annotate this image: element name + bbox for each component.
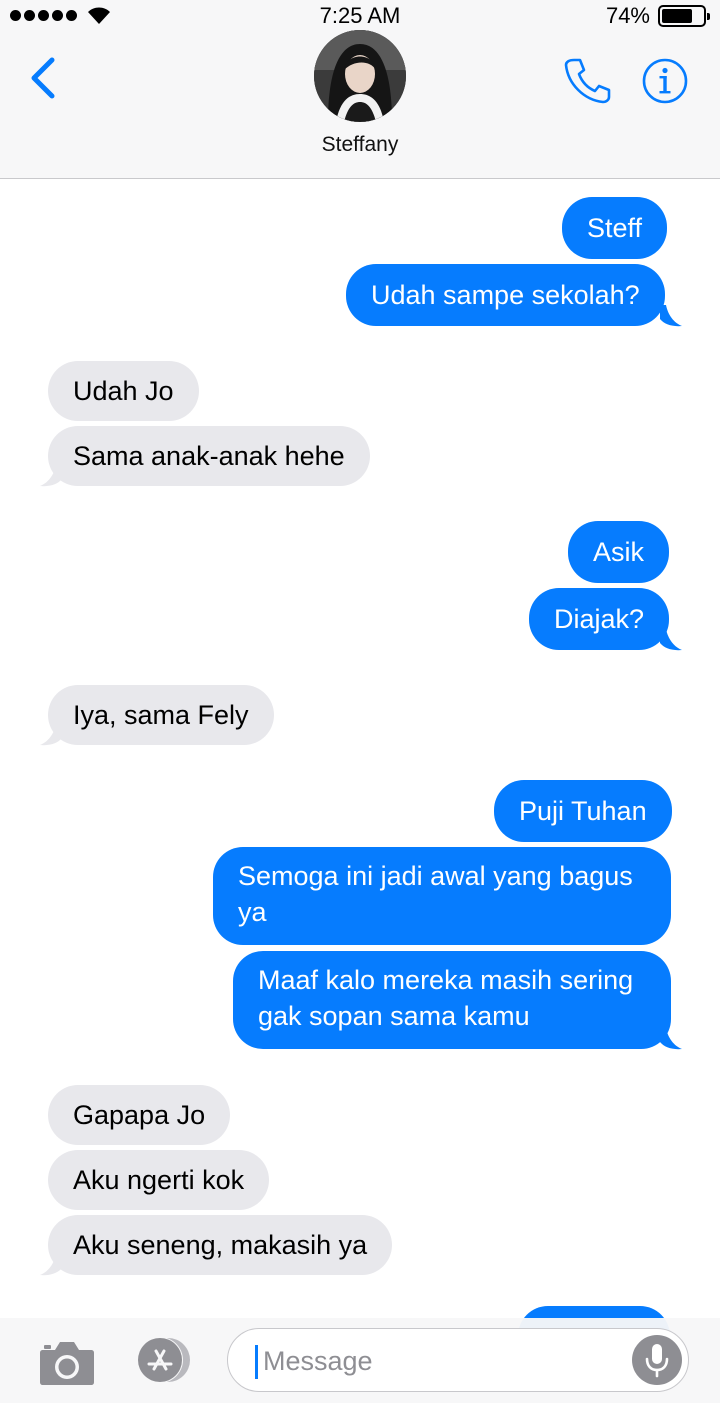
dictation-button[interactable] [632,1335,682,1385]
contact-info-button[interactable] [640,56,690,106]
bubble-tail [40,465,62,487]
message-text: Semoga ini jadi awal yang bagus ya [238,861,633,927]
message-text: Sama anak-anak hehe [73,441,345,471]
message-text: Iya, sama Fely [73,700,249,730]
audio-call-button[interactable] [560,54,612,106]
sent-message[interactable]: Diajak? [529,588,670,650]
message-text: Aku ngerti kok [73,1165,245,1195]
message-text: Puji Tuhan [519,796,647,826]
sent-message[interactable]: Udah sampe sekolah? [346,264,665,326]
message-text: Asik [593,537,645,567]
message-text: Gapapa Jo [73,1100,206,1130]
status-bar: 7:25 AM 74% [0,0,720,32]
received-message[interactable]: Udah Jo [48,361,199,421]
sent-message[interactable]: Semoga ini jadi awal yang bagus ya [213,847,671,945]
message-text: Aku seneng, makasih ya [73,1230,368,1260]
avatar-photo [314,30,406,122]
message-text: Udah sampe sekolah? [371,280,640,310]
bubble-tail [660,305,682,327]
camera-button[interactable] [38,1338,96,1386]
battery-percentage: 74% [605,3,650,28]
sent-message[interactable]: Steff [562,197,668,259]
info-icon [642,58,688,104]
received-message[interactable]: Gapapa Jo [48,1085,231,1145]
sent-message[interactable]: Puji Tuhan [494,780,672,842]
phone-icon [564,58,611,104]
app-store-icon [137,1337,190,1383]
app-store-button[interactable] [130,1336,196,1384]
bubble-tail [660,629,682,651]
message-compose-bar: Message [0,1318,720,1403]
text-cursor [255,1345,258,1379]
sent-message[interactable]: Asik [568,521,670,583]
bubble-tail [40,724,62,746]
received-message[interactable]: Aku seneng, makasih ya [48,1215,393,1275]
battery-level-fill [662,9,692,23]
sent-message[interactable]: Maaf kalo mereka masih sering gak sopan … [233,951,671,1049]
message-input[interactable]: Message [227,1328,689,1392]
back-button[interactable] [22,52,66,104]
message-text: Udah Jo [73,376,174,406]
chevron-left-icon [31,57,55,99]
message-text: Diajak? [554,604,645,634]
message-placeholder: Message [263,1346,373,1376]
battery-icon [658,5,710,27]
microphone-icon [645,1344,669,1378]
bubble-tail [40,1254,62,1276]
received-message[interactable]: Aku ngerti kok [48,1150,270,1210]
message-text: Steff [587,213,643,243]
received-message[interactable]: Sama anak-anak hehe [48,426,370,486]
contact-name[interactable]: Steffany [0,133,720,157]
received-message[interactable]: Iya, sama Fely [48,685,274,745]
message-text: Maaf kalo mereka masih sering gak sopan … [258,965,634,1031]
camera-icon [40,1342,94,1385]
bubble-tail [660,1028,682,1050]
contact-avatar[interactable] [314,30,406,122]
